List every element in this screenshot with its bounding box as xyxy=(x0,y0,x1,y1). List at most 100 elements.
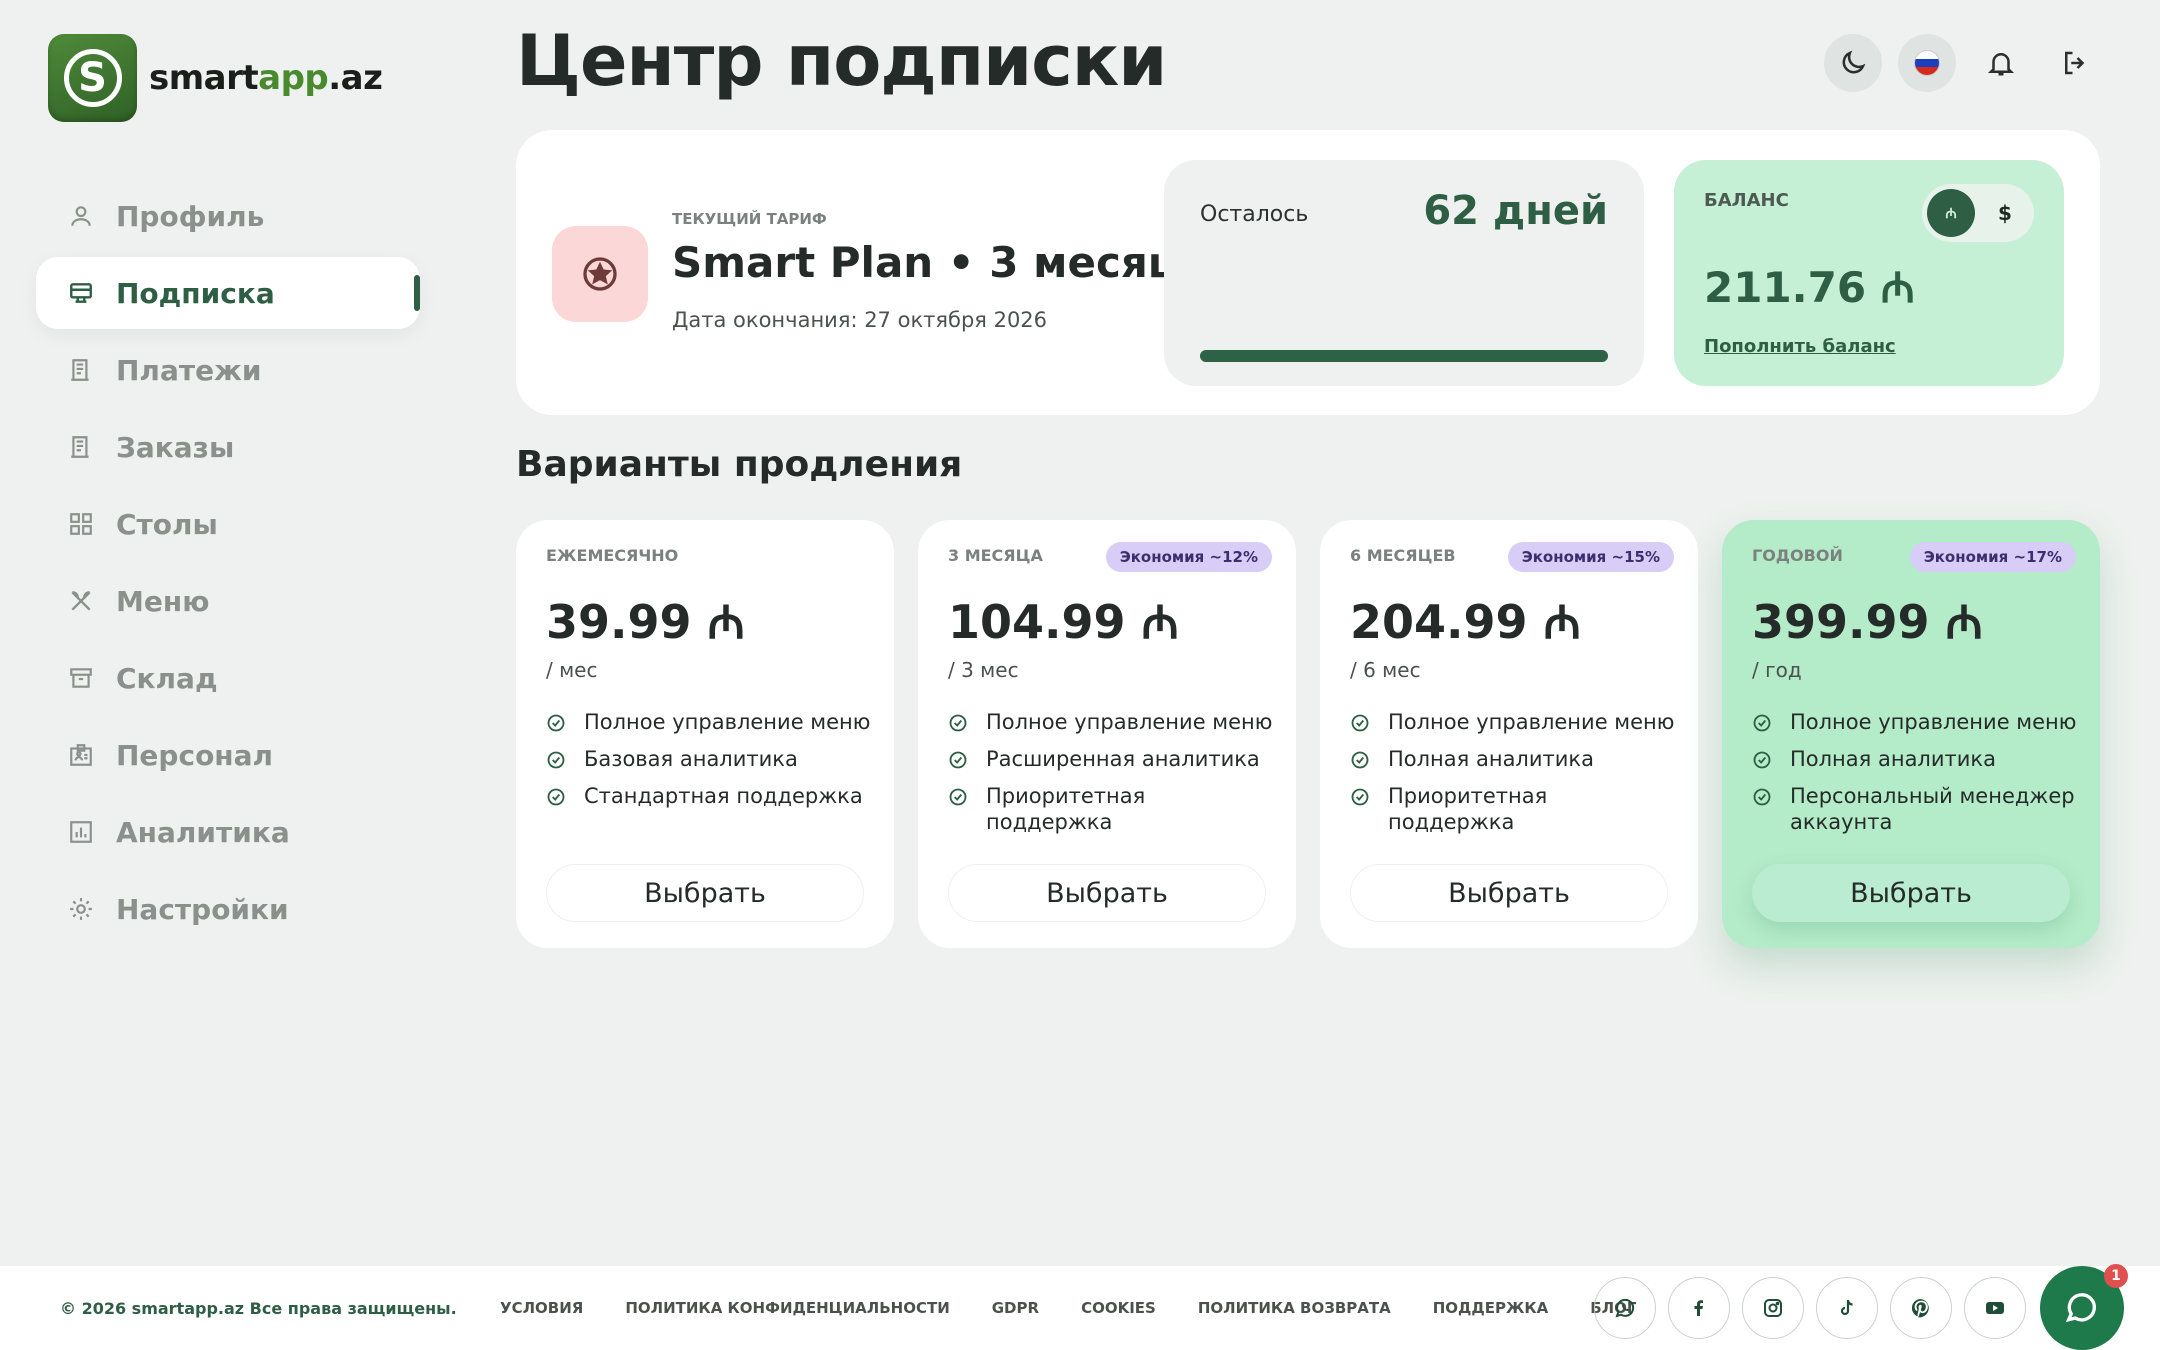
check-circle-icon xyxy=(1351,751,1369,769)
logo[interactable]: S smartapp.az xyxy=(48,34,383,122)
currency-toggle[interactable]: ₼ $ xyxy=(1922,184,2034,242)
footer-link-terms[interactable]: УСЛОВИЯ xyxy=(500,1299,583,1317)
sidebar-item-label: Профиль xyxy=(116,199,265,233)
footer-link-privacy[interactable]: ПОЛИТИКА КОНФИДЕНЦИАЛЬНОСТИ xyxy=(625,1299,949,1317)
option-features: Полное управление меню Базовая аналитика… xyxy=(546,710,874,822)
feature-text: Базовая аналитика xyxy=(584,747,798,772)
sidebar-item-label: Персонал xyxy=(116,738,274,772)
pinterest-link[interactable] xyxy=(1890,1277,1952,1339)
gear-icon xyxy=(70,898,92,920)
feature-item: Полное управление меню xyxy=(546,710,874,735)
feature-item: Расширенная аналитика xyxy=(948,747,1276,772)
select-plan-button[interactable]: Выбрать xyxy=(948,864,1266,922)
remaining-label: Осталось xyxy=(1200,202,1309,227)
star-badge-icon xyxy=(583,257,617,291)
feature-text: Стандартная поддержка xyxy=(584,784,863,809)
plan-option-yearly: ГОДОВОЙ Экономия ~17% 399.99 ₼ / год Пол… xyxy=(1722,520,2100,948)
logo-text-part: app xyxy=(258,58,329,98)
remaining-progress-fill xyxy=(1200,350,1608,362)
feature-item: Персональный менеджер аккаунта xyxy=(1752,784,2080,834)
sidebar-item-subscription[interactable]: Подписка xyxy=(36,257,420,329)
chat-bubble-icon xyxy=(2065,1293,2096,1323)
sidebar-item-profile[interactable]: Профиль xyxy=(36,180,420,252)
option-period: 6 МЕСЯЦЕВ xyxy=(1350,546,1456,565)
remaining-days-card: Осталось 62 дней xyxy=(1164,160,1644,386)
footer-link-support[interactable]: ПОДДЕРЖКА xyxy=(1433,1299,1549,1317)
plan-option-3-months: 3 МЕСЯЦА Экономия ~12% 104.99 ₼ / 3 мес … xyxy=(918,520,1296,948)
feature-item: Полная аналитика xyxy=(1350,747,1678,772)
sidebar-nav: Профиль Подписка Платежи Заказы Столы Ме… xyxy=(36,180,420,950)
remaining-value: 62 дней xyxy=(1423,188,1608,234)
check-circle-icon xyxy=(1753,788,1771,806)
logo-glyph: S xyxy=(63,49,122,107)
option-per: / 3 мес xyxy=(948,658,1019,682)
whatsapp-link[interactable] xyxy=(1594,1277,1656,1339)
user-icon xyxy=(71,206,91,226)
feature-item: Полная аналитика xyxy=(1752,747,2080,772)
sidebar-item-label: Платежи xyxy=(116,353,262,387)
footer-link-refund[interactable]: ПОЛИТИКА ВОЗВРАТА xyxy=(1198,1299,1391,1317)
check-circle-icon xyxy=(547,751,565,769)
sidebar-item-tables[interactable]: Столы xyxy=(36,488,420,560)
current-plan-label: ТЕКУЩИЙ ТАРИФ xyxy=(672,210,827,228)
sidebar-item-menu[interactable]: Меню xyxy=(36,565,420,637)
russia-flag-icon xyxy=(1914,50,1940,76)
feature-text: Полная аналитика xyxy=(1790,747,1996,772)
select-plan-button[interactable]: Выбрать xyxy=(1752,864,2070,922)
sidebar-item-analytics[interactable]: Аналитика xyxy=(36,796,420,868)
check-circle-icon xyxy=(1351,714,1369,732)
theme-toggle-button[interactable] xyxy=(1824,34,1882,92)
sidebar-item-warehouse[interactable]: Склад xyxy=(36,642,420,714)
option-price: 399.99 ₼ xyxy=(1752,595,1983,649)
feature-text: Полная аналитика xyxy=(1388,747,1594,772)
feature-item: Полное управление меню xyxy=(1752,710,2080,735)
logout-button[interactable] xyxy=(2046,34,2104,92)
balance-value: 211.76 ₼ xyxy=(1704,263,1915,312)
plan-option-6-months: 6 МЕСЯЦЕВ Экономия ~15% 204.99 ₼ / 6 мес… xyxy=(1320,520,1698,948)
option-per: / мес xyxy=(546,658,598,682)
check-circle-icon xyxy=(1753,714,1771,732)
select-plan-button[interactable]: Выбрать xyxy=(1350,864,1668,922)
footer-link-gdpr[interactable]: GDPR xyxy=(992,1299,1039,1317)
receipt-icon xyxy=(71,436,89,458)
check-circle-icon xyxy=(547,714,565,732)
option-features: Полное управление меню Расширенная анали… xyxy=(948,710,1276,847)
logo-text-part: .az xyxy=(328,58,383,98)
sidebar-item-payments[interactable]: Платежи xyxy=(36,334,420,406)
topup-balance-link[interactable]: Пополнить баланс xyxy=(1704,336,1896,357)
sidebar-item-label: Меню xyxy=(116,584,210,618)
footer-link-cookies[interactable]: COOKIES xyxy=(1081,1299,1156,1317)
tiktok-link[interactable] xyxy=(1816,1277,1878,1339)
feature-text: Расширенная аналитика xyxy=(986,747,1260,772)
youtube-icon xyxy=(1986,1302,2004,1314)
feature-text: Полное управление меню xyxy=(986,710,1273,734)
option-features: Полное управление меню Полная аналитика … xyxy=(1752,710,2080,847)
logout-icon xyxy=(2065,51,2085,75)
utensils-icon xyxy=(71,591,91,611)
check-circle-icon xyxy=(949,714,967,732)
check-circle-icon xyxy=(1753,751,1771,769)
savings-badge: Экономия ~12% xyxy=(1105,542,1272,572)
check-circle-icon xyxy=(949,751,967,769)
feature-text: Приоритетная поддержка xyxy=(986,784,1146,834)
sidebar-item-settings[interactable]: Настройки xyxy=(36,873,420,945)
copyright-text: © 2026 smartapp.az Все права защищены. xyxy=(60,1298,457,1318)
sidebar-item-label: Заказы xyxy=(116,430,235,464)
feature-text: Персональный менеджер аккаунта xyxy=(1790,784,2075,834)
currency-option-dollar[interactable]: $ xyxy=(1981,189,2029,237)
notifications-button[interactable] xyxy=(1972,34,2030,92)
facebook-link[interactable] xyxy=(1668,1277,1730,1339)
instagram-link[interactable] xyxy=(1742,1277,1804,1339)
select-plan-button[interactable]: Выбрать xyxy=(546,864,864,922)
sidebar-item-staff[interactable]: Персонал xyxy=(36,719,420,791)
language-button[interactable] xyxy=(1898,34,1956,92)
sidebar-item-label: Аналитика xyxy=(116,815,290,849)
currency-option-manat[interactable]: ₼ xyxy=(1927,189,1975,237)
savings-badge: Экономия ~15% xyxy=(1507,542,1674,572)
feature-text: Полное управление меню xyxy=(584,710,871,734)
check-circle-icon xyxy=(547,788,565,806)
youtube-link[interactable] xyxy=(1964,1277,2026,1339)
receipt-icon xyxy=(71,359,89,381)
sidebar-item-orders[interactable]: Заказы xyxy=(36,411,420,483)
check-circle-icon xyxy=(949,788,967,806)
